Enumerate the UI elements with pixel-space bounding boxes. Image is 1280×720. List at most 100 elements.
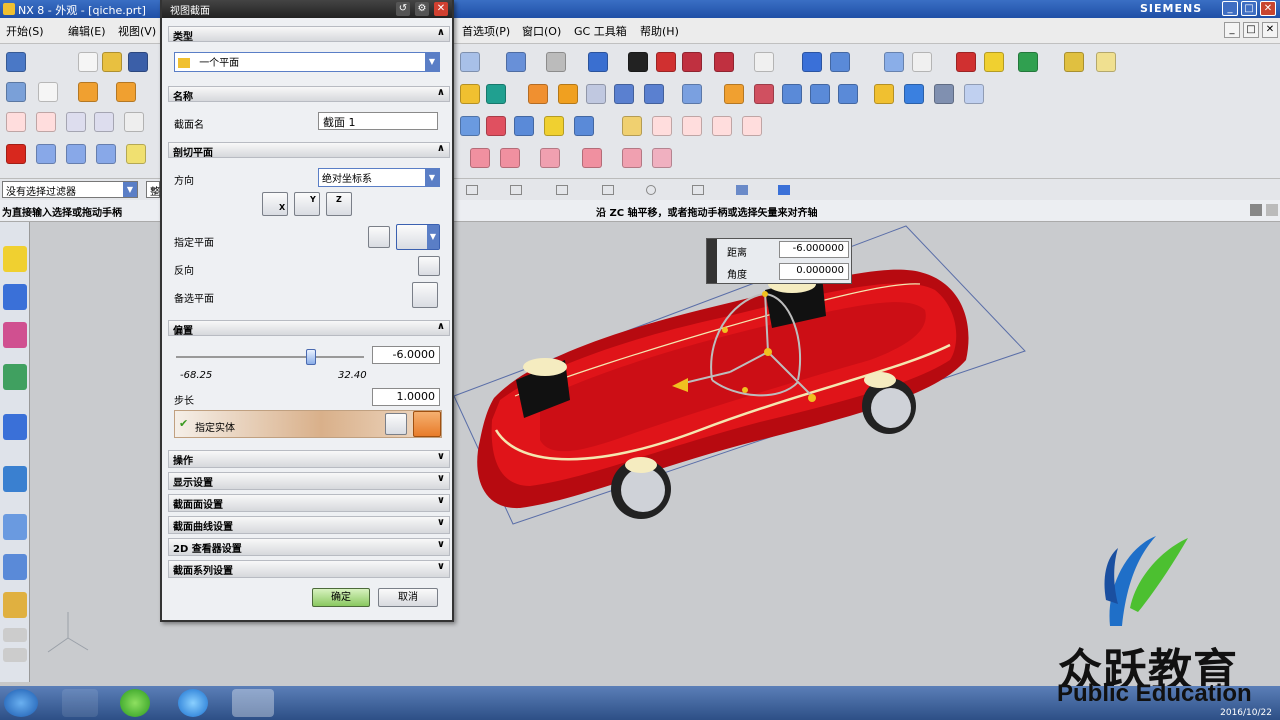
section-display-header[interactable]: 显示设置 ∨ [168, 472, 450, 490]
new-file-icon[interactable] [78, 52, 98, 72]
section-name-header[interactable]: 名称 ∧ [168, 86, 450, 103]
snap-point-icon[interactable] [956, 52, 976, 72]
sketch-icon[interactable] [6, 82, 26, 102]
style-icon[interactable] [1096, 52, 1116, 72]
quick-pick-icon[interactable] [1064, 52, 1084, 72]
system-scenes-icon[interactable] [3, 628, 27, 642]
cue-line-options-icon[interactable] [1250, 204, 1262, 216]
shaded-icon[interactable] [588, 52, 608, 72]
mirror-face-icon[interactable] [682, 84, 702, 104]
assembly-navigator-icon[interactable] [3, 246, 27, 272]
trim-curve-icon[interactable] [622, 116, 642, 136]
type-filter-select[interactable]: 没有选择过滤器 ▼ [2, 181, 138, 198]
rotate-icon[interactable] [546, 52, 566, 72]
snap-on-face-icon[interactable] [778, 185, 790, 195]
menu-start[interactable]: 开始(S) [6, 23, 44, 39]
move-face-icon[interactable] [460, 84, 480, 104]
make-symmetric-icon[interactable] [838, 84, 858, 104]
dialog-titlebar[interactable]: 视图截面 ↺ ⚙ ✕ [162, 0, 452, 18]
step-input[interactable]: 1.0000 [372, 388, 440, 406]
offset-slider[interactable] [176, 349, 364, 365]
split-body-icon[interactable] [622, 148, 642, 168]
measure-icon[interactable] [884, 52, 904, 72]
section-2d-viewer-header[interactable]: 2D 查看器设置 ∨ [168, 538, 450, 556]
slider-thumb[interactable] [306, 349, 316, 365]
replace-feature-icon[interactable] [574, 116, 594, 136]
taskbar-nx-icon[interactable] [232, 689, 274, 717]
extrude-icon[interactable] [78, 82, 98, 102]
snap-center-icon[interactable] [646, 185, 656, 195]
replace-face-icon[interactable] [558, 84, 578, 104]
pull-face-icon[interactable] [486, 84, 506, 104]
doc-close-button[interactable]: ✕ [1262, 22, 1278, 38]
process-studio-icon[interactable] [3, 554, 27, 580]
ellipse-icon[interactable] [124, 112, 144, 132]
move-object-icon[interactable] [830, 52, 850, 72]
styled-blend-icon[interactable] [126, 144, 146, 164]
ok-button[interactable]: 确定 [312, 588, 370, 607]
angular-dim-icon[interactable] [904, 84, 924, 104]
n-sided-surface-icon[interactable] [96, 144, 116, 164]
divide-curve-icon[interactable] [712, 116, 732, 136]
intersect-icon[interactable] [540, 148, 560, 168]
system-materials-icon[interactable] [3, 514, 27, 540]
section-offset-header[interactable]: 偏置 ∧ [168, 320, 450, 337]
section-plane-header[interactable]: 剖切平面 ∧ [168, 142, 450, 159]
plane-y-button[interactable]: Y [294, 192, 320, 216]
copy-face-icon[interactable] [644, 84, 664, 104]
highlight-icon[interactable] [984, 52, 1004, 72]
taskbar-app-1-icon[interactable] [62, 689, 98, 717]
section-name-input[interactable]: 截面 1 [318, 112, 438, 130]
section-operation-header[interactable]: 操作 ∨ [168, 450, 450, 468]
unite-icon[interactable] [470, 148, 490, 168]
direction-select[interactable]: 绝对坐标系 ▼ [318, 168, 440, 187]
start-orb-icon[interactable] [4, 689, 38, 717]
web-browser-icon[interactable] [3, 414, 27, 440]
section-series-header[interactable]: 截面系列设置 ∨ [168, 560, 450, 578]
trim-body-icon[interactable] [582, 148, 602, 168]
section-view-icon[interactable] [656, 52, 676, 72]
resize-blend-icon[interactable] [586, 84, 606, 104]
menu-help[interactable]: 帮助(H) [640, 23, 679, 39]
taskbar-ie-icon[interactable] [178, 689, 208, 717]
shell-body-icon[interactable] [964, 84, 984, 104]
dialog-close-button[interactable]: ✕ [434, 2, 448, 16]
solid-select-button[interactable] [385, 413, 407, 435]
alternate-plane-button[interactable] [412, 282, 438, 308]
make-coaxial-icon[interactable] [782, 84, 802, 104]
radial-dim-icon[interactable] [934, 84, 954, 104]
menu-preferences[interactable]: 首选项(P) [462, 23, 510, 39]
zoom-icon[interactable] [506, 52, 526, 72]
offset-value-input[interactable]: -6.0000 [372, 346, 440, 364]
datum-plane-icon[interactable] [38, 82, 58, 102]
open-folder-icon[interactable] [102, 52, 122, 72]
clip-section-icon[interactable] [714, 52, 734, 72]
section-curve-header[interactable]: 截面曲线设置 ∨ [168, 516, 450, 534]
distance-input[interactable]: -6.000000 [779, 241, 849, 258]
roles-icon[interactable] [3, 592, 27, 618]
minimize-button[interactable]: _ [1222, 1, 1238, 16]
dialog-reset-icon[interactable]: ↺ [396, 2, 410, 16]
menu-view[interactable]: 视图(V) [118, 23, 156, 39]
angle-input[interactable]: 0.000000 [779, 263, 849, 280]
plane-dialog-button[interactable] [368, 226, 390, 248]
snap-control-icon[interactable] [556, 185, 568, 195]
wcs-icon[interactable] [802, 52, 822, 72]
taskbar-browser-icon[interactable] [120, 689, 150, 717]
snap-endpoint-icon[interactable] [466, 185, 478, 195]
doc-restore-button[interactable]: □ [1243, 22, 1259, 38]
make-tangent-icon[interactable] [810, 84, 830, 104]
menu-gc-toolbox[interactable]: GC 工具箱 [574, 23, 627, 39]
pattern-face-icon[interactable] [724, 84, 744, 104]
linear-dim-icon[interactable] [874, 84, 894, 104]
line-icon[interactable] [6, 112, 26, 132]
close-button[interactable]: ✕ [1260, 1, 1276, 16]
render-style-icon[interactable] [628, 52, 648, 72]
curve-edit-icon[interactable] [742, 116, 762, 136]
subtract-icon[interactable] [500, 148, 520, 168]
curve-length-icon[interactable] [652, 116, 672, 136]
layer-icon[interactable] [754, 52, 774, 72]
save-icon[interactable] [128, 52, 148, 72]
reuse-library-icon[interactable] [3, 364, 27, 390]
snap-midpoint-icon[interactable] [510, 185, 522, 195]
